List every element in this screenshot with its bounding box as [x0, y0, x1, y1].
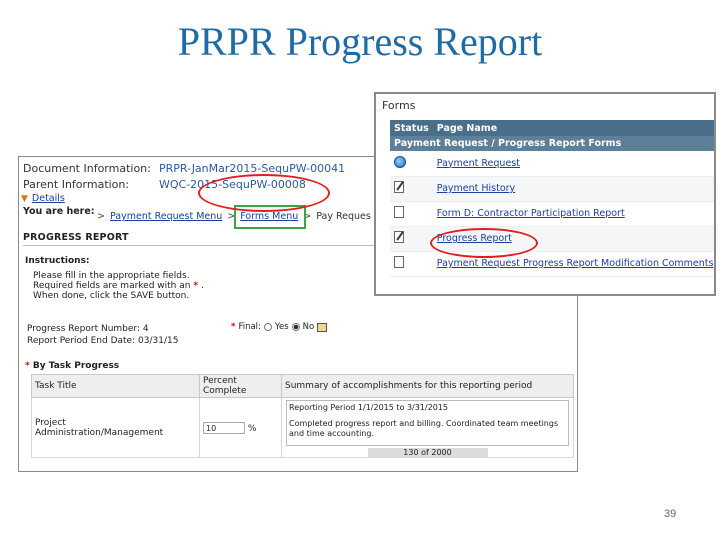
column-header: Summary of accomplishments for this repo… — [281, 374, 574, 398]
column-header: Page Name — [432, 120, 714, 136]
period-end-value: 03/31/15 — [138, 336, 179, 346]
percent-complete-input[interactable]: 10 — [203, 421, 245, 434]
payment-request-link[interactable]: Payment Request — [437, 158, 520, 169]
task-progress-table: Task Title Percent Complete Summary of a… — [31, 374, 574, 458]
instructions-line-text: Required fields are marked with an — [33, 281, 191, 291]
task-title-cell: Project Administration/Management — [31, 397, 200, 458]
column-header: Task Title — [31, 374, 200, 398]
form-d-link[interactable]: Form D: Contractor Participation Report — [437, 208, 625, 219]
percent-cell: 10 % — [199, 397, 282, 458]
final-no-radio[interactable] — [291, 323, 300, 331]
report-number-value: 4 — [142, 324, 149, 334]
globe-icon — [394, 155, 406, 168]
final-radio-group: * Final: Yes No — [231, 321, 328, 333]
edit-document-icon — [394, 181, 404, 193]
task-progress-heading: * By Task Progress — [25, 361, 577, 371]
column-header: Percent Complete — [199, 374, 282, 398]
details-link[interactable]: Details — [32, 193, 65, 204]
progress-report-highlight-circle — [430, 228, 538, 258]
expand-arrow-icon[interactable]: ▼ — [21, 194, 28, 204]
table-row: Payment History — [390, 176, 714, 202]
group-label: Payment Request / Progress Report Forms — [390, 136, 714, 151]
column-header: Status — [390, 120, 433, 136]
you-are-here-label: You are here: — [23, 206, 95, 217]
char-count: 130 of 2000 — [367, 448, 488, 457]
period-end-row: Report Period End Date: 03/31/15 — [27, 335, 577, 347]
required-marker: * — [25, 361, 30, 371]
task-progress-label: By Task Progress — [32, 361, 120, 371]
report-number-label: Progress Report Number: — [27, 324, 140, 334]
parent-info-label: Parent Information: — [23, 178, 130, 191]
modification-comments-link[interactable]: Payment Request Progress Report Modifica… — [437, 258, 714, 269]
group-row: Payment Request / Progress Report Forms — [390, 136, 714, 151]
forms-label: Forms — [382, 99, 416, 112]
calendar-icon[interactable] — [317, 322, 328, 332]
final-no-label: No — [302, 322, 315, 332]
report-fields: Progress Report Number: 4 Report Period … — [19, 321, 577, 347]
final-yes-radio[interactable] — [263, 323, 272, 331]
summary-period: Reporting Period 1/1/2015 to 3/31/2015 — [289, 403, 448, 412]
breadcrumb-payment-request-menu[interactable]: Payment Request Menu — [110, 211, 222, 222]
document-icon — [394, 256, 404, 268]
final-yes-label: Yes — [274, 322, 289, 332]
slide-title: PRPR Progress Report — [177, 19, 543, 64]
required-marker: * — [231, 322, 236, 332]
page-number: 39 — [664, 508, 677, 520]
table-row: Payment Request — [390, 151, 714, 177]
required-marker: * — [193, 281, 199, 291]
final-highlight-circle — [198, 174, 330, 212]
table-row: Payment Request Progress Report Modifica… — [390, 251, 714, 277]
forms-table: Status Page Name Payment Request / Progr… — [390, 120, 714, 277]
summary-cell: Reporting Period 1/1/2015 to 3/31/2015 C… — [281, 397, 574, 458]
percent-unit: % — [247, 423, 257, 434]
payment-history-link[interactable]: Payment History — [437, 183, 515, 194]
document-info-label: Document Information: — [23, 162, 151, 175]
summary-textarea[interactable]: Reporting Period 1/1/2015 to 3/31/2015 C… — [286, 400, 569, 446]
final-label: Final: — [238, 322, 261, 332]
summary-text: Completed progress report and billing. C… — [289, 419, 559, 438]
breadcrumb-separator: > — [97, 211, 105, 222]
forms-screenshot: Forms Status Page Name Payment Request /… — [374, 92, 716, 296]
table-row: Form D: Contractor Participation Report — [390, 201, 714, 227]
breadcrumb-current: Pay Reques — [316, 211, 371, 222]
table-row: Project Administration/Management 10 % R… — [31, 397, 574, 458]
edit-document-icon — [394, 231, 404, 243]
document-icon — [394, 206, 404, 218]
period-end-label: Report Period End Date: — [27, 336, 136, 346]
